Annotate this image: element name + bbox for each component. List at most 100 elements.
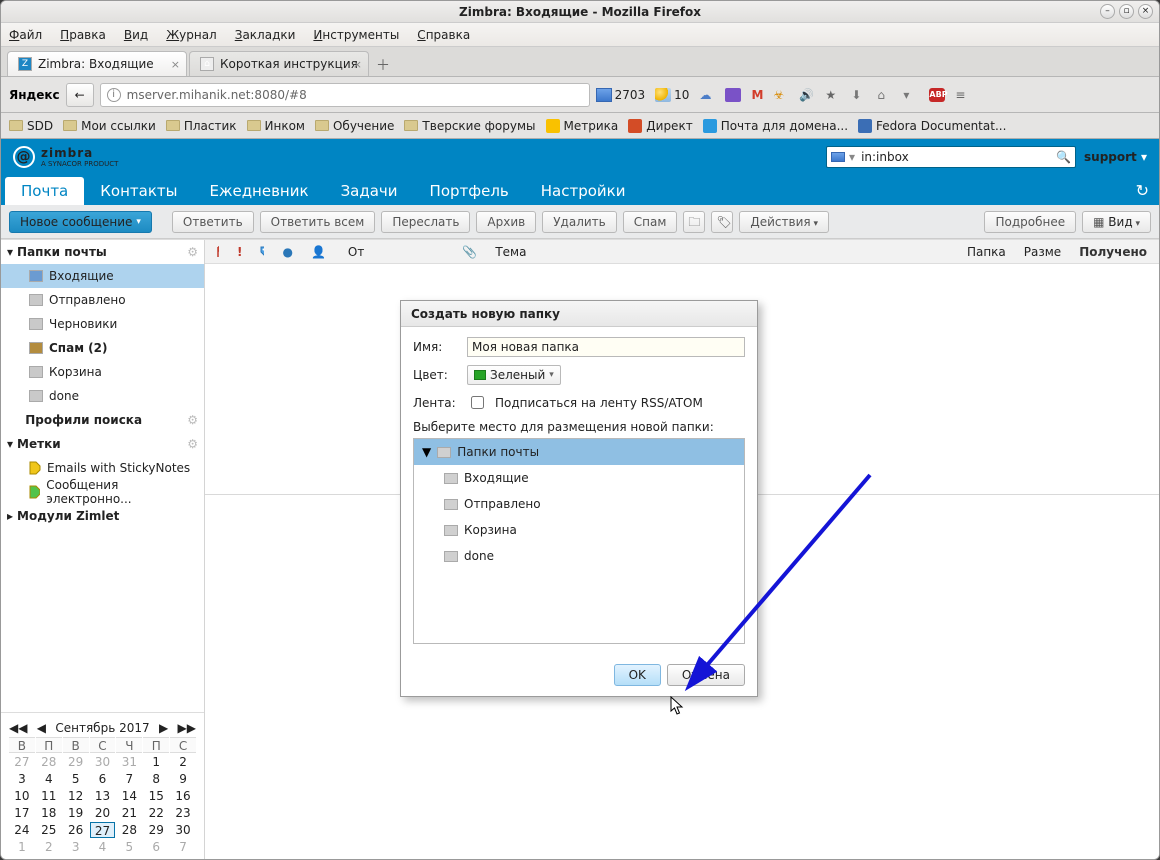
bookmark-item[interactable]: Мои ссылки — [63, 119, 156, 133]
col-subject[interactable]: Тема — [491, 245, 530, 259]
bookmark-star-icon[interactable]: ★ — [825, 88, 841, 102]
compose-button[interactable]: Новое сообщение — [9, 211, 152, 233]
folder-inbox[interactable]: Входящие — [1, 264, 204, 288]
browser-tab[interactable]: ⌂Короткая инструкция× — [189, 51, 369, 76]
bookmark-item[interactable]: Метрика — [546, 119, 619, 133]
tags-header[interactable]: ▾ Метки⚙ — [1, 432, 204, 456]
adblock-icon[interactable]: ABP — [929, 88, 945, 102]
cal-day[interactable]: 6 — [90, 771, 116, 787]
tree-item[interactable]: ▼ Папки почты — [414, 439, 744, 465]
folder-trash[interactable]: Корзина — [1, 360, 204, 384]
maximize-icon[interactable]: ▫ — [1119, 4, 1134, 19]
cal-day[interactable]: 9 — [170, 771, 196, 787]
back-button[interactable]: ← — [66, 83, 94, 107]
cal-day[interactable]: 7 — [116, 771, 142, 787]
cal-day[interactable]: 1 — [143, 754, 169, 770]
search-profiles-header[interactable]: Профили поиска⚙ — [1, 408, 204, 432]
spam-button[interactable]: Спам — [623, 211, 678, 233]
tag-menu[interactable]: 🏷 — [711, 211, 733, 233]
cal-day[interactable]: 31 — [116, 754, 142, 770]
tag-icon[interactable] — [256, 246, 268, 258]
cal-day[interactable]: 22 — [143, 805, 169, 821]
cal-day[interactable]: 15 — [143, 788, 169, 804]
cal-day[interactable]: 18 — [36, 805, 62, 821]
mail-indicator[interactable]: 2703 — [596, 88, 646, 102]
close-tab-icon[interactable]: × — [171, 58, 180, 71]
menu-журнал[interactable]: Журнал — [166, 28, 217, 42]
cal-day[interactable]: 29 — [143, 822, 169, 838]
bookmark-item[interactable]: Директ — [628, 119, 692, 133]
gear-icon[interactable]: ⚙ — [187, 437, 198, 451]
cal-day[interactable]: 30 — [90, 754, 116, 770]
reply-button[interactable]: Ответить — [172, 211, 254, 233]
bookmark-item[interactable]: Тверские форумы — [404, 119, 535, 133]
cal-day[interactable]: 7 — [170, 839, 196, 855]
attachment-icon[interactable]: 📎 — [458, 245, 481, 259]
cal-day[interactable]: 4 — [36, 771, 62, 787]
mail-folders-header[interactable]: ▾ Папки почты⚙ — [1, 240, 204, 264]
minimize-icon[interactable]: – — [1100, 4, 1115, 19]
menu-инструменты[interactable]: Инструменты — [313, 28, 399, 42]
cal-day[interactable]: 27 — [9, 754, 35, 770]
cancel-button[interactable]: Отмена — [667, 664, 745, 686]
feed-checkbox[interactable] — [471, 396, 484, 409]
folder-folder[interactable]: done — [1, 384, 204, 408]
menu-вид[interactable]: Вид — [124, 28, 148, 42]
cal-day[interactable]: 4 — [90, 839, 116, 855]
cal-prev[interactable]: ◀ — [37, 721, 46, 735]
reload-icon[interactable]: ↻ — [1136, 181, 1149, 200]
cal-day[interactable]: 8 — [143, 771, 169, 787]
cal-day[interactable]: 5 — [116, 839, 142, 855]
cal-month[interactable]: Сентябрь 2017 — [55, 721, 149, 735]
gear-icon[interactable]: ⚙ — [187, 413, 198, 427]
user-menu[interactable]: support ▾ — [1084, 150, 1147, 164]
delete-button[interactable]: Удалить — [542, 211, 617, 233]
folder-sent[interactable]: Отправлено — [1, 288, 204, 312]
gear-icon[interactable]: ⚙ — [187, 245, 198, 259]
bookmark-item[interactable]: Пластик — [166, 119, 237, 133]
cal-day[interactable]: 6 — [143, 839, 169, 855]
actions-menu[interactable]: Действия — [739, 211, 829, 233]
cal-day[interactable]: 5 — [63, 771, 89, 787]
cal-day[interactable]: 2 — [36, 839, 62, 855]
close-icon[interactable]: × — [1138, 4, 1153, 19]
download-icon[interactable]: ⬇ — [851, 88, 867, 102]
extension-cloud-icon[interactable]: ☁ — [699, 88, 715, 102]
zimlets-header[interactable]: ▸ Модули Zimlet — [1, 504, 204, 528]
search-icon[interactable]: 🔍 — [1056, 150, 1071, 164]
status-icon[interactable]: ● — [278, 245, 296, 259]
flag-icon[interactable] — [213, 246, 223, 258]
browser-tab[interactable]: ZZimbra: Входящие× — [7, 51, 187, 76]
cal-day[interactable]: 3 — [9, 771, 35, 787]
weather-indicator[interactable]: 10 — [655, 88, 689, 102]
home-icon[interactable]: ⌂ — [877, 88, 893, 102]
app-tab-1[interactable]: Контакты — [84, 177, 193, 205]
cal-day[interactable]: 1 — [9, 839, 35, 855]
col-folder[interactable]: Папка — [963, 245, 1010, 259]
bookmark-item[interactable]: Инком — [247, 119, 305, 133]
view-menu[interactable]: ▦ Вид — [1082, 211, 1151, 233]
col-size[interactable]: Разме — [1020, 245, 1065, 259]
menu-закладки[interactable]: Закладки — [235, 28, 296, 42]
tag-item[interactable]: Сообщения электронно... — [1, 480, 204, 504]
tree-item[interactable]: Корзина — [414, 517, 744, 543]
col-from[interactable]: От — [344, 245, 368, 259]
cal-day[interactable]: 28 — [36, 754, 62, 770]
folder-spam[interactable]: Спам (2) — [1, 336, 204, 360]
ok-button[interactable]: OK — [614, 664, 661, 686]
zimbra-logo[interactable]: @ zimbraA SYNACOR PRODUCT — [13, 146, 118, 168]
cal-day[interactable]: 11 — [36, 788, 62, 804]
cal-day[interactable]: 12 — [63, 788, 89, 804]
menu-файл[interactable]: Файл — [9, 28, 42, 42]
gmail-icon[interactable]: M — [751, 88, 763, 102]
col-received[interactable]: Получено — [1075, 245, 1151, 259]
biohazard-icon[interactable]: ☣ — [773, 88, 789, 102]
cal-day[interactable]: 29 — [63, 754, 89, 770]
archive-button[interactable]: Архив — [476, 211, 536, 233]
site-info-icon[interactable]: i — [107, 88, 121, 102]
cal-next[interactable]: ▶ — [159, 721, 168, 735]
move-menu[interactable]: 🗀 — [683, 211, 705, 233]
cal-day[interactable]: 10 — [9, 788, 35, 804]
bookmark-item[interactable]: Обучение — [315, 119, 394, 133]
extension-purple-icon[interactable] — [725, 88, 741, 102]
